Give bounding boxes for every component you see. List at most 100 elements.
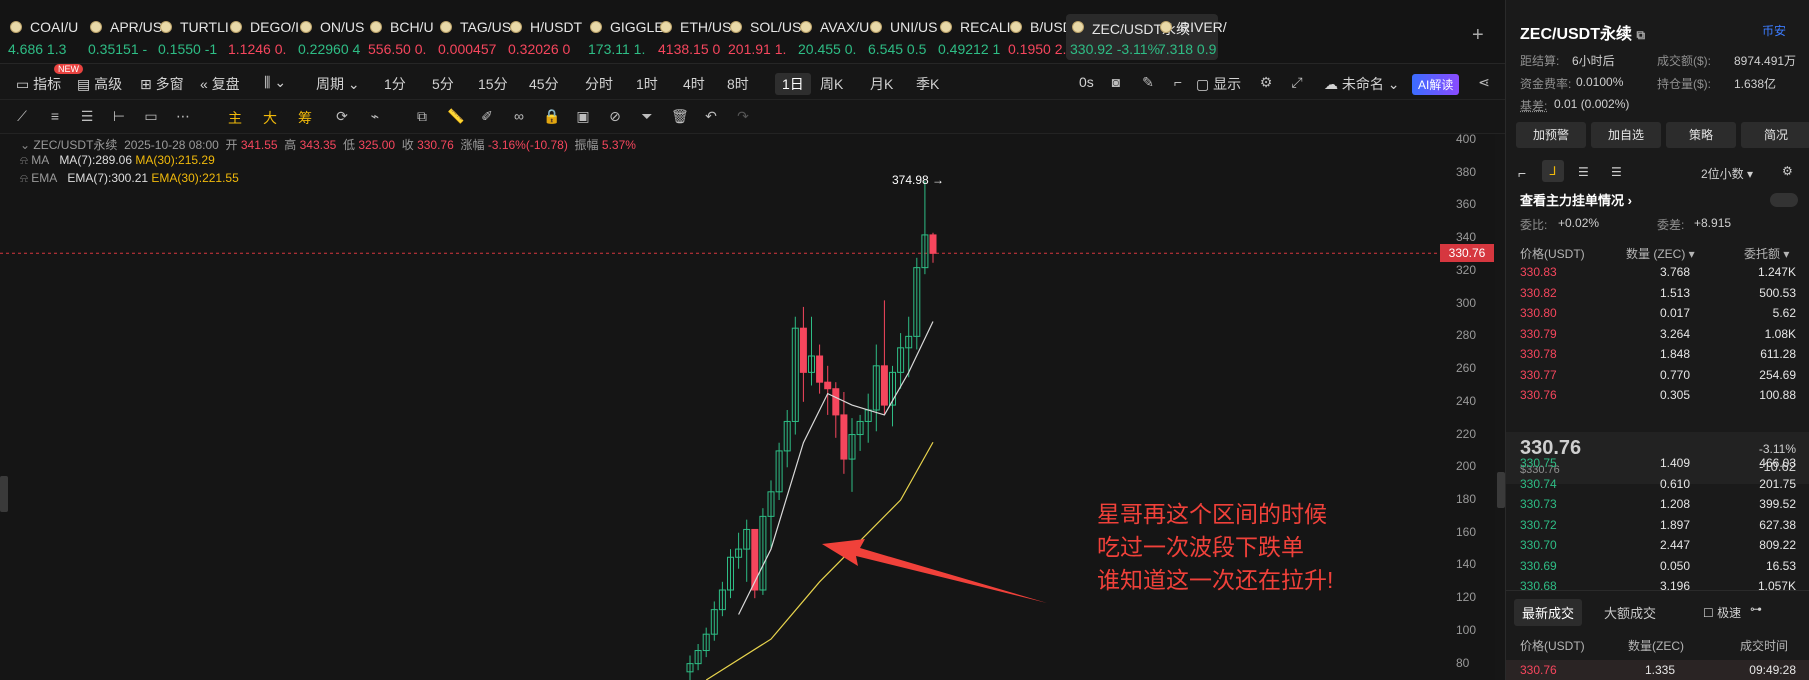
symbol-tab[interactable]: BCH/U 556.50 0. bbox=[364, 14, 444, 60]
add-alert-button[interactable]: 加预警 bbox=[1516, 122, 1586, 148]
orderbook-mode-icon[interactable]: ⌐ bbox=[1518, 165, 1526, 181]
main-orders-toggle[interactable] bbox=[1770, 193, 1798, 207]
display-button[interactable]: ▢ 显示 bbox=[1196, 74, 1241, 94]
parallel-lines-icon[interactable]: ☰ bbox=[79, 108, 95, 124]
symbol-tab[interactable]: COAI/U 4.686 1.3 bbox=[4, 14, 84, 60]
symbol-tab[interactable]: GIGGLE 173.11 1. bbox=[584, 14, 664, 60]
bell-icon[interactable]: ⍾ bbox=[20, 153, 28, 167]
interval-5[interactable]: 1时 bbox=[636, 74, 658, 94]
sync-icon[interactable]: ⟳ bbox=[334, 108, 350, 124]
symbol-tab[interactable]: TAG/US 0.000457 bbox=[434, 14, 514, 60]
decimals-dropdown[interactable]: 2位小数 ▾ bbox=[1701, 165, 1753, 182]
indicator-button[interactable]: ▭ 指标 bbox=[16, 74, 61, 94]
trade-settings-icon[interactable]: ⊶ bbox=[1750, 602, 1762, 616]
bracket-icon[interactable]: ⌐ bbox=[1170, 74, 1186, 90]
camera-icon[interactable]: ◙ bbox=[1108, 74, 1124, 90]
add-watchlist-button[interactable]: 加自选 bbox=[1591, 122, 1661, 148]
right-panel-handle[interactable] bbox=[1497, 472, 1505, 508]
collapse-icon[interactable]: ⌄ bbox=[20, 138, 30, 152]
magnet-icon[interactable]: ⌁ bbox=[367, 108, 383, 124]
layout-name-dropdown[interactable]: ☁ 未命名 ⌄ bbox=[1324, 74, 1400, 94]
lock-icon[interactable]: 🔒 bbox=[543, 108, 560, 124]
settings-icon[interactable]: ⚙ bbox=[1258, 74, 1274, 90]
chart-area[interactable]: ⌄ ZEC/USDT永续 2025-10-28 08:00 开 341.55 高… bbox=[0, 134, 1495, 680]
pen-icon[interactable]: ✎ bbox=[1140, 74, 1156, 90]
symbol-tab[interactable]: H/USDT 0.32026 0 bbox=[504, 14, 584, 60]
interval-10[interactable]: 月K bbox=[870, 74, 893, 94]
exchange-link[interactable]: 币安 bbox=[1762, 22, 1786, 39]
symbol-tab[interactable]: TURTLI 0.1550 -1 bbox=[154, 14, 234, 60]
orderbook-both-icon[interactable]: ⅃ bbox=[1542, 160, 1564, 182]
orderbook-row[interactable]: 330.79 3.264 1.08K bbox=[1506, 327, 1809, 347]
add-tab-button[interactable]: + bbox=[1472, 24, 1484, 47]
orderbook-row[interactable]: 330.72 1.897 627.38 bbox=[1506, 518, 1809, 538]
bell-icon[interactable]: ⍾ bbox=[20, 171, 28, 185]
ray-tool-icon[interactable]: ⊢ bbox=[111, 108, 127, 124]
overview-button[interactable]: 简况 bbox=[1741, 122, 1809, 148]
orderbook-asks-icon[interactable]: ☰ bbox=[1611, 165, 1622, 179]
text-tool-icon[interactable]: ⧉ bbox=[414, 108, 430, 124]
orderbook-row[interactable]: 330.83 3.768 1.247K bbox=[1506, 265, 1809, 285]
interval-2[interactable]: 15分 bbox=[478, 74, 508, 94]
interval-6[interactable]: 4时 bbox=[683, 74, 705, 94]
interval-8[interactable]: 1日 bbox=[775, 73, 811, 95]
more-tools-icon[interactable]: ⋯ bbox=[175, 108, 191, 124]
symbol-tab[interactable]: SOL/US 201.91 1. bbox=[724, 14, 804, 60]
redo-icon[interactable]: ↷ bbox=[735, 108, 751, 124]
symbol-tab[interactable]: AVAX/U 20.455 0. bbox=[794, 14, 874, 60]
orderbook-row[interactable]: 330.74 0.610 201.75 bbox=[1506, 477, 1809, 497]
interval-4[interactable]: 分时 bbox=[585, 74, 613, 94]
big-orders-toggle[interactable]: 大 bbox=[263, 108, 277, 128]
orderbook-row[interactable]: 330.73 1.208 399.52 bbox=[1506, 497, 1809, 517]
period-dropdown[interactable]: 周期 ⌄ bbox=[316, 74, 360, 94]
chips-toggle[interactable]: 筹 bbox=[298, 108, 312, 128]
review-button[interactable]: « 复盘 bbox=[200, 74, 240, 94]
tab-large-trades[interactable]: 大额成交 bbox=[1604, 603, 1656, 622]
orderbook-row[interactable]: 330.77 0.770 254.69 bbox=[1506, 368, 1809, 388]
symbol-tab[interactable]: UNI/US 6.545 0.5 bbox=[864, 14, 944, 60]
ruler-icon[interactable]: 📏 bbox=[447, 108, 464, 124]
main-chart-toggle[interactable]: 主 bbox=[228, 108, 242, 128]
symbol-tab[interactable]: RIVER/7.318 0.9 bbox=[1154, 14, 1234, 60]
hide-icon[interactable]: ⊘ bbox=[607, 108, 623, 124]
horizontal-lines-icon[interactable]: ≡ bbox=[47, 108, 63, 124]
tab-latest-trades[interactable]: 最新成交 bbox=[1514, 599, 1583, 626]
orderbook-row[interactable]: 330.80 0.017 5.62 bbox=[1506, 306, 1809, 326]
delete-icon[interactable]: 🗑 bbox=[671, 108, 689, 124]
orderbook-row[interactable]: 330.68 3.196 1.057K bbox=[1506, 579, 1809, 599]
fast-mode-checkbox[interactable]: ☐ 极速 bbox=[1703, 604, 1741, 621]
col-total[interactable]: 委托额 ▾ bbox=[1744, 245, 1789, 262]
main-orders-link[interactable]: 查看主力挂单情况 › bbox=[1520, 190, 1632, 209]
ai-interpret-button[interactable]: AI解读 bbox=[1412, 74, 1460, 95]
copy-icon[interactable]: ⧉ bbox=[1636, 28, 1645, 42]
interval-9[interactable]: 周K bbox=[820, 74, 843, 94]
interval-1[interactable]: 5分 bbox=[432, 74, 454, 94]
multi-window-button[interactable]: ⊞ 多窗 bbox=[140, 74, 184, 94]
interval-3[interactable]: 45分 bbox=[529, 74, 559, 94]
orderbook-row[interactable]: 330.78 1.848 611.28 bbox=[1506, 347, 1809, 367]
orderbook-row[interactable]: 330.82 1.513 500.53 bbox=[1506, 286, 1809, 306]
candle-type-button[interactable]: ⫼ ⌄ bbox=[264, 74, 286, 91]
orderbook-bids-icon[interactable]: ☰ bbox=[1578, 165, 1589, 179]
line-tool-icon[interactable]: ⟋ bbox=[14, 108, 30, 124]
symbol-tab[interactable]: ETH/US 4138.15 0 bbox=[654, 14, 734, 60]
orderbook-settings-icon[interactable]: ⚙ bbox=[1782, 164, 1793, 178]
strategy-button[interactable]: 策略 bbox=[1666, 122, 1736, 148]
rectangle-tool-icon[interactable]: ▭ bbox=[143, 108, 159, 124]
filter-icon[interactable]: ⏷ bbox=[639, 108, 655, 124]
share-icon[interactable]: ⋖ bbox=[1476, 74, 1492, 90]
interval-7[interactable]: 8时 bbox=[727, 74, 749, 94]
symbol-tab[interactable]: APR/US 0.35151 - bbox=[84, 14, 164, 60]
price-axis[interactable]: 80 100 120 140 160 180 200 220 240 260 280 300 320 34… bbox=[1440, 132, 1495, 680]
orderbook-row[interactable]: 330.76 0.305 100.88 bbox=[1506, 388, 1809, 408]
link-icon[interactable]: ∞ bbox=[511, 108, 527, 124]
symbol-tab[interactable]: ON/US 0.22960 4 bbox=[294, 14, 374, 60]
symbol-tab[interactable]: DEGO/I 1.1246 0. bbox=[224, 14, 304, 60]
interval-0[interactable]: 1分 bbox=[384, 74, 406, 94]
left-panel-handle[interactable] bbox=[0, 476, 8, 512]
orderbook-row[interactable]: 330.70 2.447 809.22 bbox=[1506, 538, 1809, 558]
interval-11[interactable]: 季K bbox=[916, 74, 939, 94]
fullscreen-icon[interactable]: ⤢ bbox=[1289, 74, 1305, 90]
symbol-tab[interactable]: RECALI 0.49212 1 bbox=[934, 14, 1014, 60]
undo-icon[interactable]: ↶ bbox=[703, 108, 719, 124]
